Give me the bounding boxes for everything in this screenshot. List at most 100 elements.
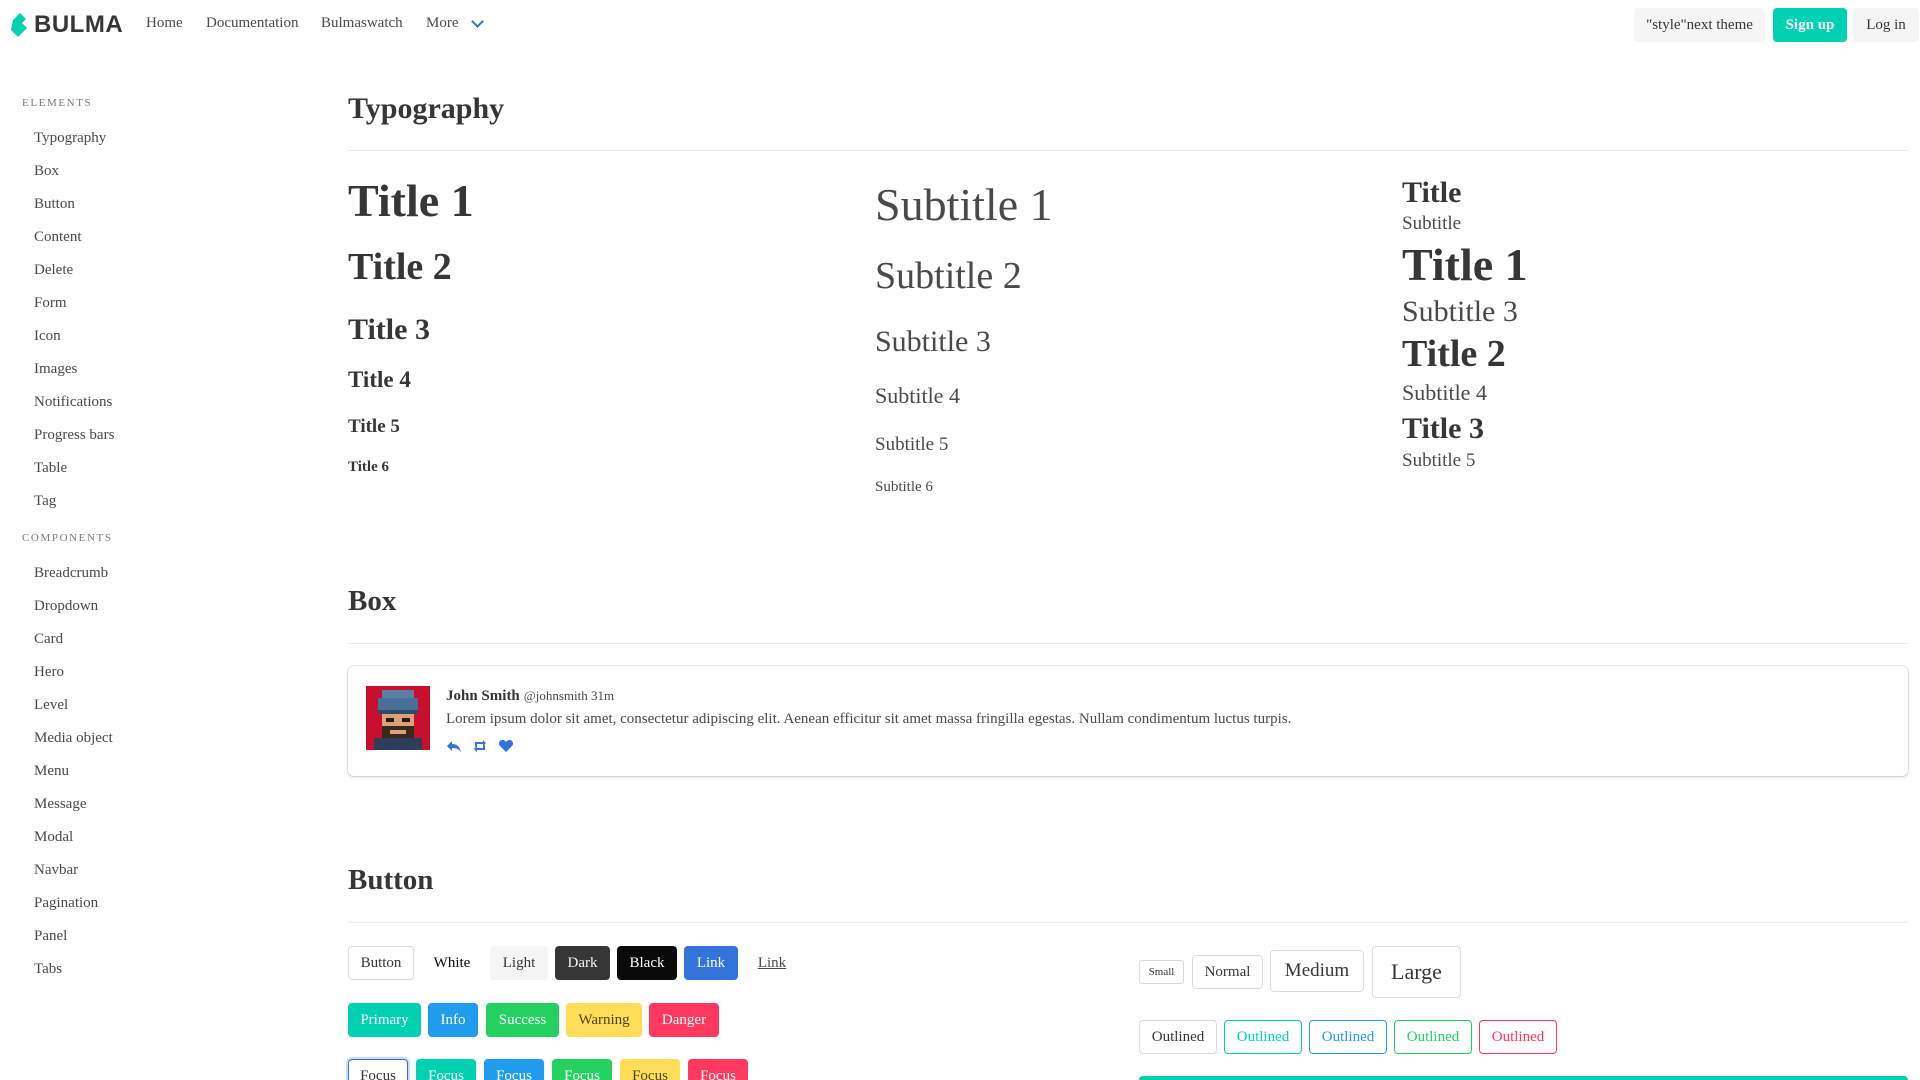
media-box: John Smith @johnsmith 31m Lorem ipsum dol… (348, 666, 1908, 776)
sidebar-item-card[interactable]: Card (34, 631, 63, 648)
pair-subtitle-4: Subtitle 4 (1402, 380, 1487, 405)
sidebar-item-hero[interactable]: Hero (34, 664, 64, 681)
white-button[interactable]: White (422, 946, 482, 980)
focus-info-button[interactable]: Focus (484, 1059, 544, 1080)
sidebar-item-form[interactable]: Form (34, 295, 67, 312)
sidebar-item-breadcrumb[interactable]: Breadcrumb (34, 565, 108, 582)
title-4: Title 4 (348, 367, 411, 392)
sidebar-item-navbar[interactable]: Navbar (34, 862, 78, 879)
sidebar-item-media-object[interactable]: Media object (34, 730, 113, 747)
small-button[interactable]: Small (1139, 960, 1184, 984)
title-3: Title 3 (348, 313, 430, 346)
nav-home[interactable]: Home (146, 15, 183, 32)
title-6: Title 6 (348, 459, 389, 475)
outlined-default-button[interactable]: Outlined (1139, 1020, 1217, 1054)
author-name: John Smith (446, 688, 520, 704)
outlined-success-button[interactable]: Outlined (1394, 1020, 1472, 1054)
sidebar-item-level[interactable]: Level (34, 697, 68, 714)
danger-button[interactable]: Danger (649, 1003, 719, 1037)
sidebar-item-tag[interactable]: Tag (34, 493, 56, 510)
sidebar-item-table[interactable]: Table (34, 460, 67, 477)
sidebar-item-message[interactable]: Message (34, 796, 87, 813)
title-5: Title 5 (348, 416, 400, 437)
chevron-down-icon (470, 15, 484, 28)
sidebar-item-images[interactable]: Images (34, 361, 77, 378)
sidebar-item-modal[interactable]: Modal (34, 829, 73, 846)
warning-button[interactable]: Warning (566, 1003, 642, 1037)
pair-subtitle-3: Subtitle 3 (1402, 295, 1518, 328)
black-button[interactable]: Black (617, 946, 677, 980)
brand-logo[interactable]: BULMA (10, 10, 123, 40)
signup-button[interactable]: Sign up (1773, 8, 1847, 42)
pair-title: Title (1402, 176, 1462, 209)
subtitle-1: Subtitle 1 (875, 179, 1053, 230)
avatar (366, 686, 430, 750)
subtitle-6: Subtitle 6 (875, 479, 933, 495)
focus-default-button[interactable]: Focus (348, 1059, 408, 1080)
subtitle-5: Subtitle 5 (875, 434, 949, 455)
menu-label-elements: ELEMENTS (22, 97, 93, 109)
link-button[interactable]: Link (684, 946, 738, 980)
nav-documentation[interactable]: Documentation (206, 15, 298, 32)
sidebar-item-panel[interactable]: Panel (34, 928, 67, 945)
sidebar-item-delete[interactable]: Delete (34, 262, 73, 279)
button-heading: Button (348, 864, 434, 896)
outlined-danger-button[interactable]: Outlined (1479, 1020, 1557, 1054)
medium-button[interactable]: Medium (1270, 950, 1364, 992)
sidebar-item-box[interactable]: Box (34, 163, 59, 180)
focus-success-button[interactable]: Focus (552, 1059, 612, 1080)
large-button[interactable]: Large (1372, 946, 1461, 998)
sidebar-item-tabs[interactable]: Tabs (34, 961, 62, 978)
sidebar-item-progress-bars[interactable]: Progress bars (34, 427, 114, 444)
outlined-info-button[interactable]: Outlined (1309, 1020, 1387, 1054)
focus-primary-button[interactable]: Focus (416, 1059, 476, 1080)
focus-danger-button[interactable]: Focus (688, 1059, 748, 1080)
fullwidth-primary-button[interactable] (1139, 1076, 1908, 1080)
brand-name: BULMA (34, 11, 124, 38)
pair-title-2: Title 2 (1402, 333, 1506, 375)
reply-icon[interactable] (446, 738, 462, 754)
section-divider (348, 150, 1908, 151)
sidebar-item-typography[interactable]: Typography (34, 130, 106, 147)
text-link-button[interactable]: Link (745, 946, 799, 980)
title-1: Title 1 (348, 175, 474, 226)
sidebar-item-icon[interactable]: Icon (34, 328, 61, 345)
subtitle-3: Subtitle 3 (875, 325, 991, 358)
default-button[interactable]: Button (348, 946, 414, 980)
typography-heading: Typography (348, 92, 505, 125)
success-button[interactable]: Success (486, 1003, 559, 1037)
sidebar-item-button[interactable]: Button (34, 196, 75, 213)
section-divider (348, 922, 1908, 923)
box-actions (446, 738, 514, 754)
login-button[interactable]: Log in (1853, 8, 1919, 42)
box-heading: Box (348, 585, 397, 617)
light-button[interactable]: Light (490, 946, 548, 980)
navbar: BULMA Home Documentation Bulmaswatch Mor… (0, 0, 1920, 48)
sidebar-item-menu[interactable]: Menu (34, 763, 69, 780)
bulma-logo-icon (11, 13, 27, 37)
dark-button[interactable]: Dark (555, 946, 610, 980)
subtitle-2: Subtitle 2 (875, 255, 1022, 297)
box-author: John Smith @johnsmith 31m (446, 688, 614, 705)
menu-label-components: COMPONENTS (22, 532, 113, 544)
focus-warning-button[interactable]: Focus (620, 1059, 680, 1080)
pair-title-3: Title 3 (1402, 412, 1484, 445)
title-2: Title 2 (348, 246, 452, 288)
heart-icon[interactable] (498, 738, 514, 754)
sidebar-item-content[interactable]: Content (34, 229, 82, 246)
normal-button[interactable]: Normal (1192, 955, 1263, 989)
section-divider (348, 643, 1908, 644)
info-button[interactable]: Info (428, 1003, 478, 1037)
pair-subtitle: Subtitle (1402, 213, 1462, 234)
retweet-icon[interactable] (472, 738, 488, 754)
primary-button[interactable]: Primary (348, 1003, 421, 1037)
next-theme-button[interactable]: "style"next theme (1634, 8, 1765, 42)
outlined-primary-button[interactable]: Outlined (1224, 1020, 1302, 1054)
sidebar-item-pagination[interactable]: Pagination (34, 895, 98, 912)
sidebar-item-notifications[interactable]: Notifications (34, 394, 112, 411)
nav-more-dropdown[interactable]: More (426, 15, 484, 32)
sidebar-item-dropdown[interactable]: Dropdown (34, 598, 98, 615)
nav-more-label: More (426, 15, 459, 31)
nav-bulmaswatch[interactable]: Bulmaswatch (321, 15, 403, 32)
subtitle-4: Subtitle 4 (875, 383, 960, 408)
